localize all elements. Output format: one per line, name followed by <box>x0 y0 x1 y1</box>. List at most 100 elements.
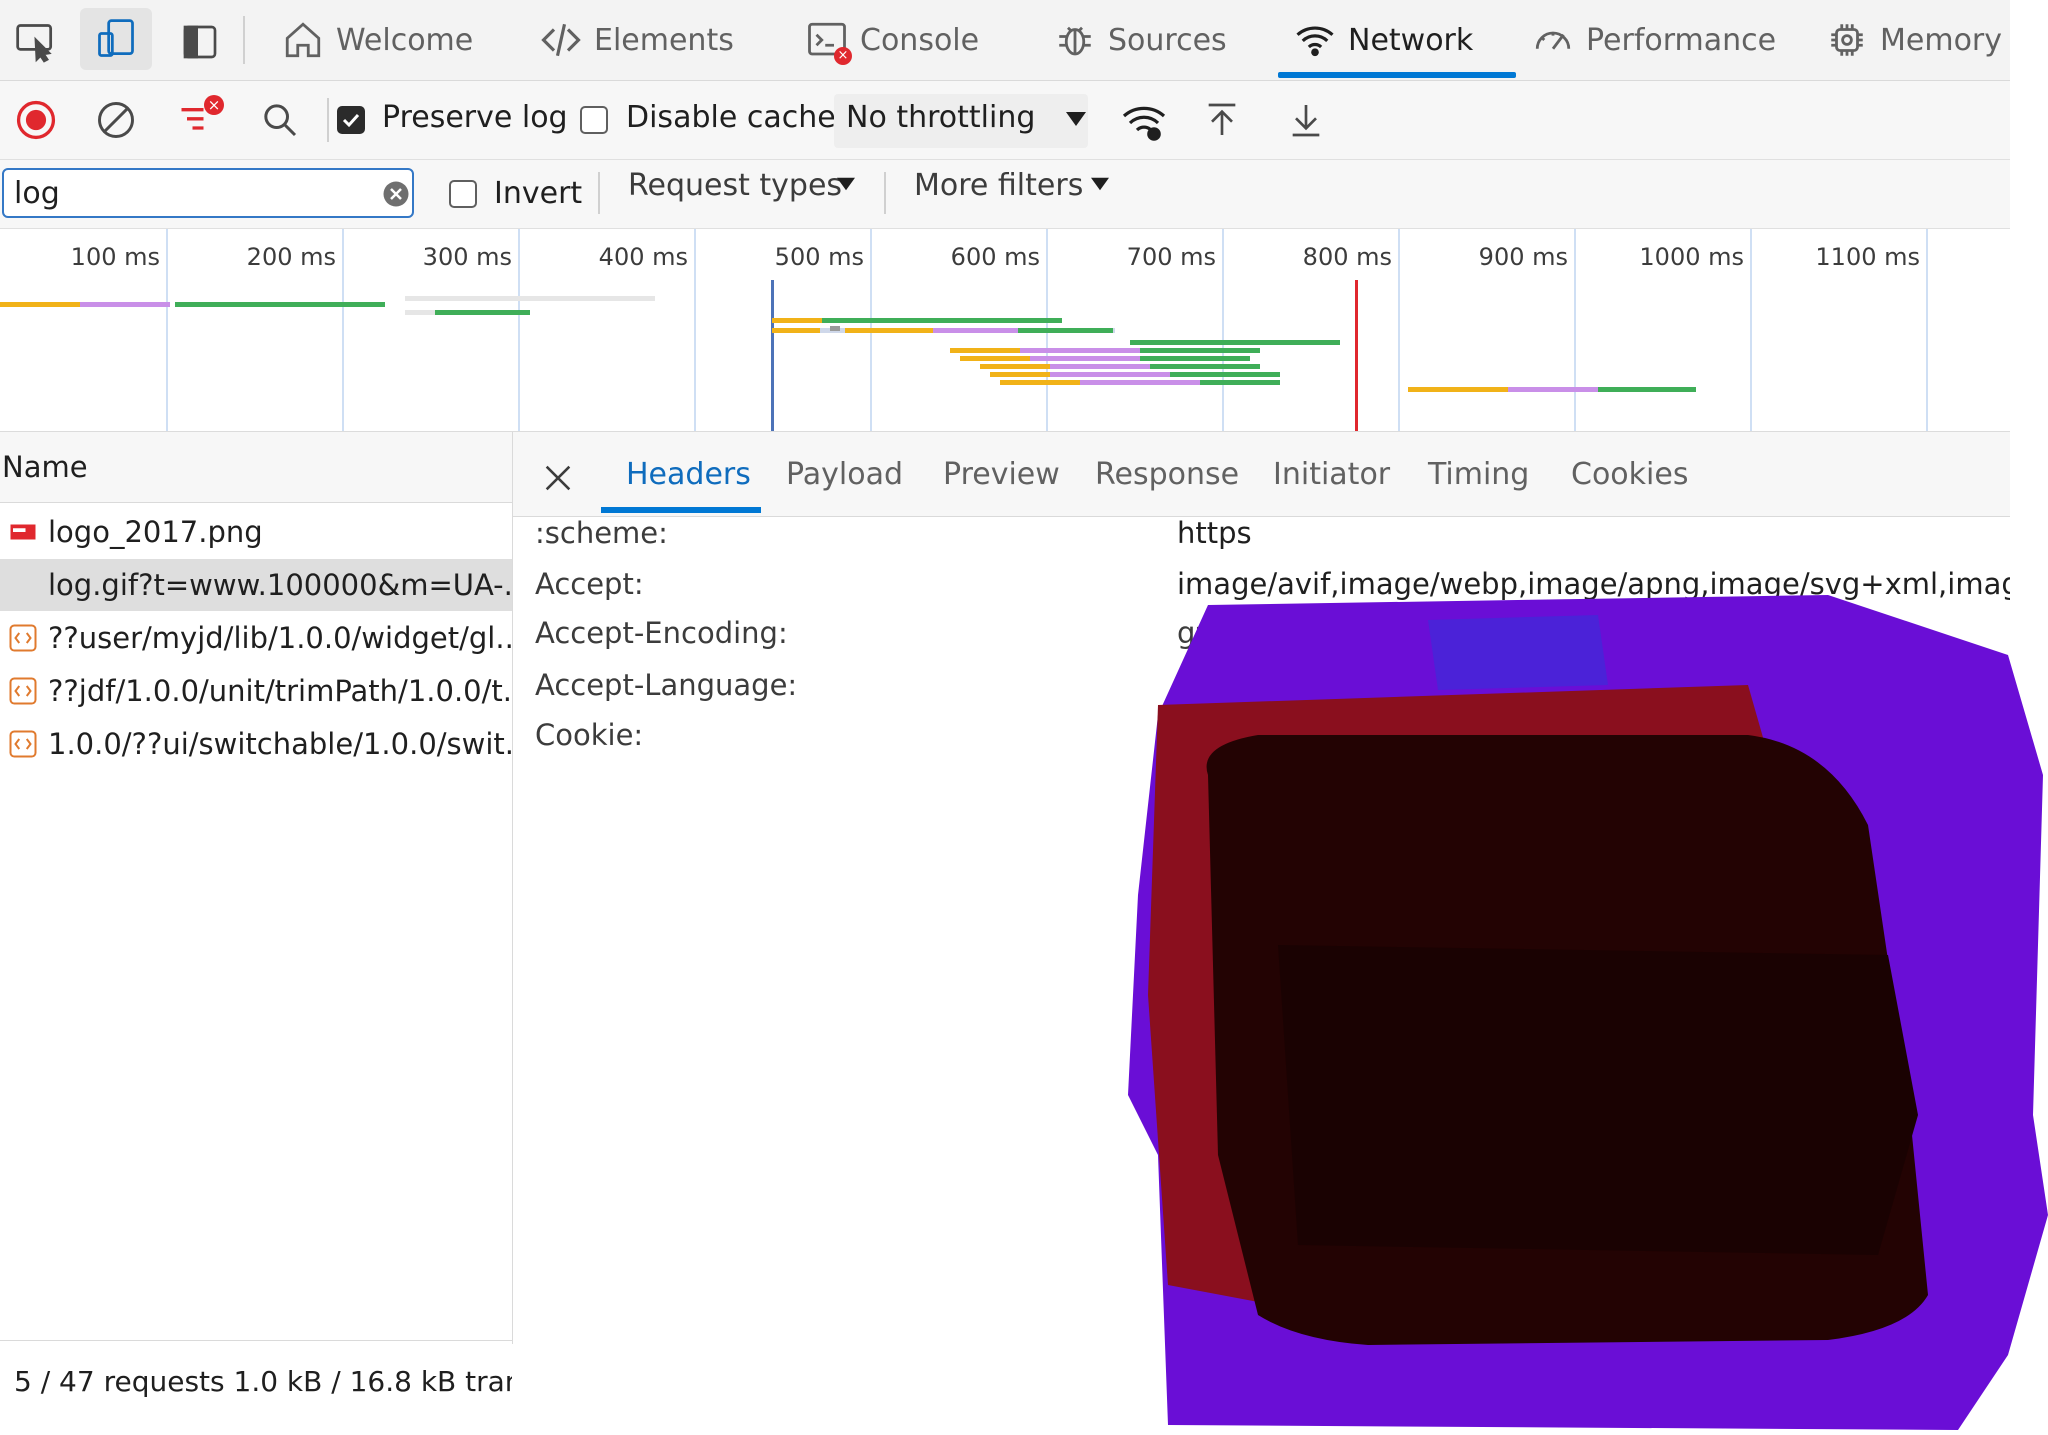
waterfall-bar <box>980 364 1050 369</box>
waterfall-bar <box>1140 356 1250 361</box>
timeline-gridline <box>342 229 344 431</box>
waterfall-bar <box>772 328 822 333</box>
timeline-gridline <box>1574 229 1576 431</box>
waterfall-bar <box>960 356 1030 361</box>
network-conditions-icon[interactable] <box>1118 96 1170 148</box>
waterfall-bar <box>80 302 170 307</box>
preserve-log-checkbox[interactable] <box>337 106 365 134</box>
disable-cache-checkbox[interactable] <box>580 106 608 134</box>
filter-input[interactable] <box>2 168 414 218</box>
timeline-tick-label: 400 ms <box>598 243 688 271</box>
waterfall-bar <box>1080 380 1200 385</box>
tab-response[interactable]: Response <box>1095 432 1239 516</box>
record-icon[interactable] <box>12 96 60 144</box>
waterfall-bar <box>1018 328 1113 333</box>
filter-icon[interactable]: × <box>172 92 228 146</box>
tab-performance-label: Performance <box>1586 22 1777 58</box>
tab-memory[interactable]: Memory <box>1826 0 2002 80</box>
more-filters-chevron-icon <box>1086 170 1114 198</box>
header-value: https <box>1177 516 1252 550</box>
tab-welcome[interactable]: Welcome <box>282 0 473 80</box>
waterfall-bar <box>845 328 933 333</box>
waterfall-bar <box>772 318 822 323</box>
header-name: Cookie: <box>535 718 644 752</box>
invert-checkbox[interactable] <box>449 180 477 208</box>
tab-console[interactable]: × Console <box>806 0 979 80</box>
tab-payload[interactable]: Payload <box>786 432 903 516</box>
import-har-icon[interactable] <box>1198 96 1246 144</box>
tab-elements[interactable]: Elements <box>540 0 734 80</box>
request-row[interactable]: logo_2017.png <box>0 506 512 558</box>
tab-network[interactable]: Network <box>1294 0 1473 80</box>
timeline-tick-label: 200 ms <box>246 243 336 271</box>
tab-headers[interactable]: Headers <box>626 432 751 516</box>
clear-filter-icon[interactable] <box>380 178 412 210</box>
timeline-gridline <box>1750 229 1752 431</box>
tab-elements-label: Elements <box>594 22 734 58</box>
invert-label: Invert <box>494 176 583 211</box>
close-icon[interactable] <box>536 456 580 500</box>
header-name: :scheme: <box>535 516 668 550</box>
timeline-tick-label: 500 ms <box>774 243 864 271</box>
request-name: ??user/myjd/lib/1.0.0/widget/gl... <box>48 621 512 655</box>
tab-performance[interactable]: Performance <box>1532 0 1776 80</box>
waterfall-bar <box>1000 380 1080 385</box>
waterfall-bar <box>1050 364 1150 369</box>
waterfall-bar <box>0 302 80 307</box>
filter-divider <box>598 172 600 214</box>
tab-initiator[interactable]: Initiator <box>1273 432 1390 516</box>
request-row[interactable]: 1.0.0/??ui/switchable/1.0.0/swit... <box>0 718 512 770</box>
search-icon[interactable] <box>256 96 304 144</box>
request-types-dropdown[interactable]: Request types <box>628 168 842 203</box>
throttling-value: No throttling <box>846 100 1036 135</box>
clear-icon[interactable] <box>92 96 140 144</box>
bug-icon <box>1059 26 1091 56</box>
export-har-icon[interactable] <box>1282 96 1330 144</box>
tab-sources[interactable]: Sources <box>1054 0 1227 80</box>
request-name: 1.0.0/??ui/switchable/1.0.0/swit... <box>48 727 512 761</box>
summary-status-bar: 5 / 47 requests 1.0 kB / 16.8 kB trans <box>0 1340 512 1421</box>
request-row[interactable]: ??jdf/1.0.0/unit/trimPath/1.0.0/t... <box>0 665 512 717</box>
timeline-tick-label: 1000 ms <box>1639 243 1744 271</box>
tab-sources-label: Sources <box>1108 22 1227 58</box>
dock-side-icon[interactable] <box>176 18 224 66</box>
request-name: log.gif?t=www.100000&m=UA-... <box>48 568 512 602</box>
script-file-icon <box>9 624 37 652</box>
request-row-selected[interactable]: log.gif?t=www.100000&m=UA-... <box>0 559 512 611</box>
timeline-gridline <box>1926 229 1928 431</box>
timeline-tick-label: 600 ms <box>950 243 1040 271</box>
waterfall-bar <box>1598 387 1696 392</box>
preserve-log-label: Preserve log <box>382 100 568 135</box>
waterfall-bar <box>405 310 435 315</box>
more-filters-dropdown[interactable]: More filters <box>914 168 1083 203</box>
waterfall-bar <box>1170 372 1280 377</box>
request-row[interactable]: ??user/myjd/lib/1.0.0/widget/gl... <box>0 612 512 664</box>
disable-cache-label: Disable cache <box>626 100 836 135</box>
waterfall-bar <box>1030 356 1140 361</box>
script-file-icon <box>9 730 37 758</box>
tab-preview[interactable]: Preview <box>943 432 1060 516</box>
waterfall-bar <box>1408 387 1508 392</box>
waterfall-bar <box>1020 348 1140 353</box>
name-column-header[interactable]: Name <box>0 432 512 503</box>
timeline-gridline <box>1222 229 1224 431</box>
chevron-down-icon <box>1058 104 1094 134</box>
request-types-chevron-icon <box>832 170 860 198</box>
timeline-tick-label: 100 ms <box>70 243 160 271</box>
header-value: zh-CN,zh;q=0.9,en;q=0.8,en-GB;q=0.7,en-U… <box>1177 668 2010 702</box>
summary-text: 5 / 47 requests 1.0 kB / 16.8 kB trans <box>14 1364 512 1398</box>
inspect-element-icon[interactable] <box>12 18 60 66</box>
timeline-tick-label: 900 ms <box>1478 243 1568 271</box>
chip-icon <box>1831 24 1863 56</box>
tab-cookies[interactable]: Cookies <box>1571 432 1688 516</box>
home-icon <box>285 22 321 58</box>
waterfall-bar <box>1050 372 1170 377</box>
dom-content-loaded-marker <box>771 280 774 431</box>
timeline-gridline <box>518 229 520 431</box>
header-name: Accept-Encoding: <box>535 616 788 650</box>
waterfall-bar <box>950 348 1020 353</box>
waterfall-bar <box>1508 387 1598 392</box>
device-emulation-icon[interactable] <box>80 8 152 70</box>
tab-timing[interactable]: Timing <box>1428 432 1529 516</box>
tab-memory-label: Memory <box>1880 22 2003 58</box>
